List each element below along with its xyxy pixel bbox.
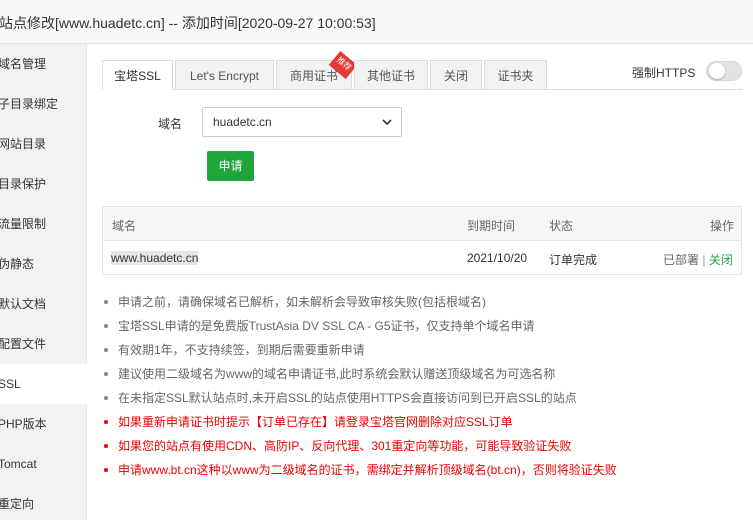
domain-label: 域名 [158,117,183,131]
sidebar-item-domain-management[interactable]: 域名管理 [0,44,87,84]
tip-text: 申请www.bt.cn这种以www为二级域名的证书，需绑定并解析顶级域名(bt.… [118,463,617,477]
sidebar-item-label: 默认文档 [0,297,47,311]
apply-button[interactable]: 申请 [207,151,254,181]
domain-select[interactable]: huadetc.cn [202,107,402,137]
sidebar-item-label: Tomcat [0,457,37,471]
force-https-toggle[interactable] [706,61,742,81]
bullet-icon [104,372,108,376]
tip-text: 有效期1年，不支持续签，到期后需要重新申请 [118,343,365,357]
row-expire: 2021/10/20 [467,251,528,265]
sidebar-item-label: 子目录绑定 [0,97,59,111]
sidebar-item-label: 域名管理 [0,57,47,71]
tab-close[interactable]: 关闭 [430,60,482,90]
sidebar-item-label: 配置文件 [0,337,47,351]
sidebar-item-site-directory[interactable]: 网站目录 [0,124,87,164]
tab-label: 商用证书 [289,69,338,83]
tip-text: 宝塔SSL申请的是免费版TrustAsia DV SSL CA - G5证书，仅… [118,319,535,333]
tab-lets-encrypt[interactable]: Let's Encrypt [175,60,274,90]
tab-label: 证书夹 [497,69,534,83]
force-https-label: 强制HTTPS [632,66,696,80]
sidebar-item-directory-protection[interactable]: 目录保护 [0,164,87,204]
bullet-icon [104,444,108,448]
window-titlebar: 站点修改[www.huadetc.cn] -- 添加时间[2020-09-27 … [0,0,753,44]
column-header-status: 状态 [549,219,574,233]
tab-label: 宝塔SSL [114,69,161,83]
sidebar-item-label: SSL [0,377,21,391]
bullet-icon [104,348,108,352]
bullet-icon [104,300,108,304]
column-header-domain: 域名 [112,219,137,233]
tab-cert-folder[interactable]: 证书夹 [484,60,547,90]
action-separator: | [702,253,706,267]
sidebar-item-ssl[interactable]: SSL [0,364,88,404]
tab-label: 其他证书 [366,69,415,83]
sidebar-item-default-document[interactable]: 默认文档 [0,284,87,324]
sidebar-item-label: 重定向 [0,497,35,511]
toggle-knob [709,63,725,79]
row-domain: www.huadetc.cn [111,251,199,265]
sidebar-item-tomcat[interactable]: Tomcat [0,444,87,484]
sidebar-item-label: PHP版本 [0,417,47,431]
sidebar-item-traffic-limit[interactable]: 流量限制 [0,204,87,244]
tip-text: 在未指定SSL默认站点时,未开启SSL的站点使用HTTPS会直接访问到已开启SS… [118,391,577,405]
sidebar-item-php-version[interactable]: PHP版本 [0,404,87,444]
sidebar-item-label: 伪静态 [0,257,35,271]
domain-select-value: huadetc.cn [213,115,272,129]
table-header: 域名 到期时间 状态 操作 [103,207,741,241]
bullet-icon [104,468,108,472]
cert-table: 域名 到期时间 状态 操作 www.huadetc.cn 2021/10/20 … [102,206,742,275]
sidebar: 域名管理 子目录绑定 网站目录 目录保护 流量限制 伪静态 默认文档 配置文件 … [0,44,88,520]
tip-text: 申请之前，请确保域名已解析，如未解析会导致审核失败(包括根域名) [118,295,486,309]
bullet-icon [104,324,108,328]
sidebar-item-rewrite[interactable]: 伪静态 [0,244,87,284]
column-header-expire: 到期时间 [467,219,516,233]
close-link[interactable]: 关闭 [709,253,733,267]
tip-text: 如果您的站点有使用CDN、高防IP、反向代理、301重定向等功能，可能导致验证失… [118,439,572,453]
tip-text: 建议使用二级域名为www的域名申请证书,此时系统会默认赠送顶级域名为可选名称 [118,367,556,381]
window-title: 站点修改[www.huadetc.cn] -- 添加时间[2020-09-27 … [0,15,376,31]
sidebar-item-config-file[interactable]: 配置文件 [0,324,87,364]
sidebar-item-label: 流量限制 [0,217,47,231]
sidebar-item-label: 目录保护 [0,177,47,191]
tip-text: 如果重新申请证书时提示【订单已存在】请登录宝塔官网删除对应SSL订单 [118,415,513,429]
sidebar-item-label: 网站目录 [0,137,47,151]
bullet-icon [104,420,108,424]
tab-commercial-cert[interactable]: 商用证书 推荐 [276,51,358,90]
tab-label: 关闭 [443,69,468,83]
deployed-link[interactable]: 已部署 [663,253,699,267]
tab-label: Let's Encrypt [190,69,259,83]
column-header-action: 操作 [710,219,735,233]
tab-bt-ssl[interactable]: 宝塔SSL [102,60,173,90]
sidebar-item-subdirectory-binding[interactable]: 子目录绑定 [0,84,87,124]
row-status: 订单完成 [549,253,598,267]
tab-other-cert[interactable]: 其他证书 [354,60,428,90]
chevron-down-icon [382,119,392,126]
bullet-icon [104,396,108,400]
sidebar-item-redirect[interactable]: 重定向 [0,484,87,520]
